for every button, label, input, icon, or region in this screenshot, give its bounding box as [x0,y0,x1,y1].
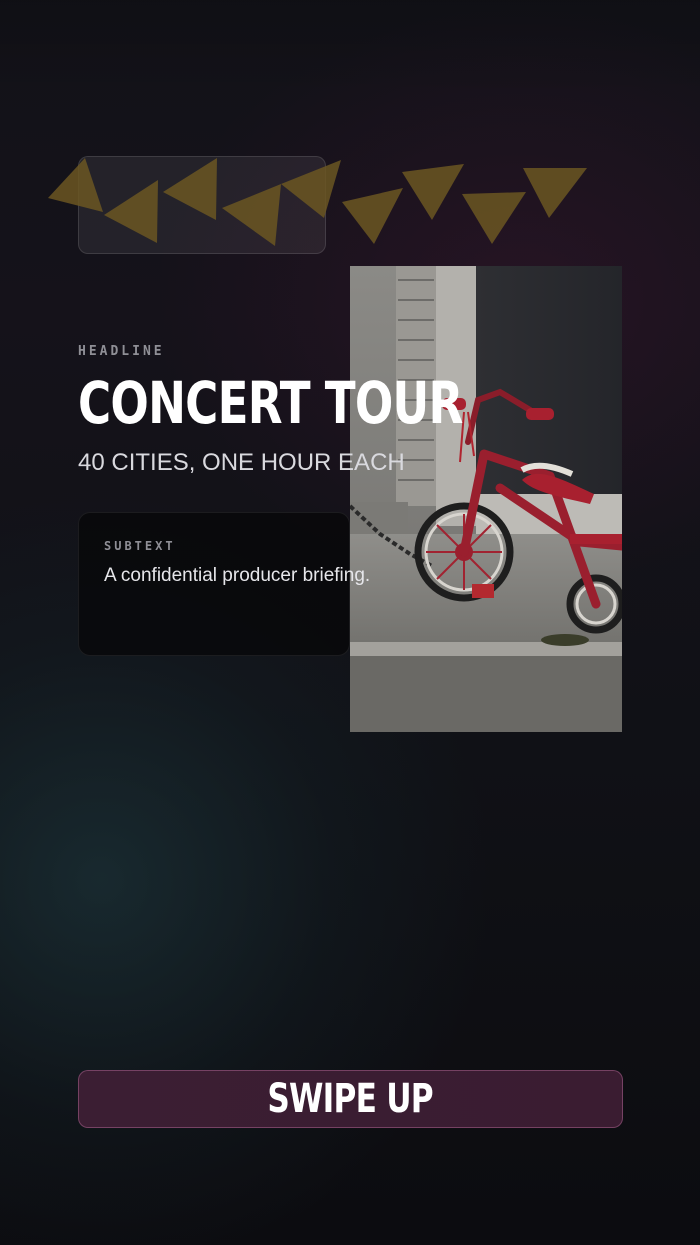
headline-title: CONCERT TOUR [78,369,463,437]
headline-kicker: HEADLINE [78,344,165,359]
story-canvas: HEADLINE CONCERT TOUR 40 CITIES, ONE HOU… [0,0,700,1245]
top-shade [0,0,700,100]
swipe-up-label: SWIPE UP [267,1076,434,1122]
bunting-flags-decoration [48,158,587,246]
headline-subtitle: 40 CITIES, ONE HOUR EACH [78,449,405,476]
swipe-up-button[interactable]: SWIPE UP [78,1070,623,1128]
tricycle-photo [350,266,622,732]
subtext-label: SUBTEXT [104,539,176,553]
subtext-body: A confidential producer briefing. [104,565,371,586]
